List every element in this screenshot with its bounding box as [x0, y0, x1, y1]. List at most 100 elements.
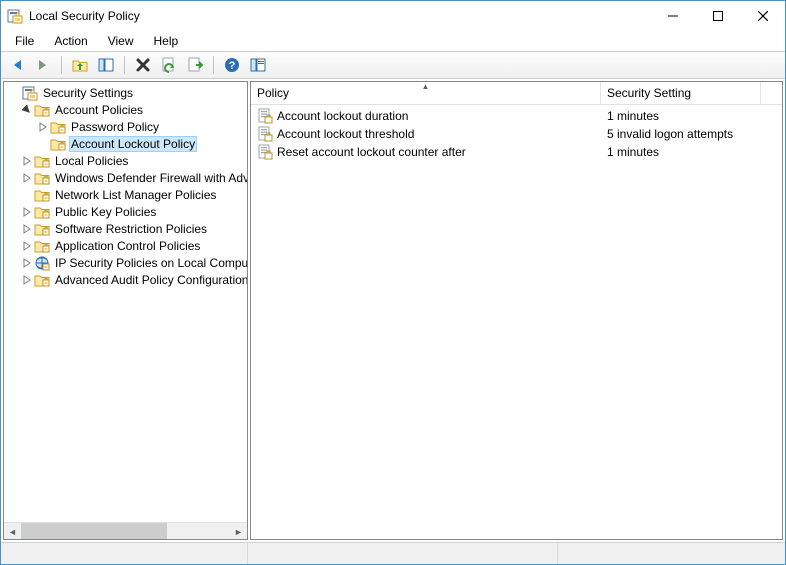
list-body[interactable]: Account lockout duration 1 minutes Accou…	[251, 105, 782, 163]
status-cell	[1, 543, 248, 564]
tree[interactable]: Security Settings Account Policies	[4, 82, 247, 522]
policy-name: Account lockout duration	[277, 109, 408, 123]
folder-policy-icon	[34, 170, 50, 186]
policy-item-icon	[257, 126, 273, 142]
statusbar	[1, 542, 785, 564]
tree-label: Public Key Policies	[53, 205, 158, 219]
expander-collapsed-icon[interactable]	[20, 154, 34, 168]
app-icon	[7, 8, 23, 24]
minimize-button[interactable]	[650, 2, 695, 31]
tree-label: Account Policies	[53, 103, 145, 117]
list-item[interactable]: Account lockout threshold 5 invalid logo…	[251, 125, 782, 143]
refresh-button[interactable]	[157, 54, 181, 76]
tree-node-application-control[interactable]: Application Control Policies	[4, 237, 247, 254]
policy-setting: 1 minutes	[607, 109, 659, 123]
scroll-thumb[interactable]	[21, 523, 167, 539]
scroll-track[interactable]	[21, 523, 230, 539]
menu-view[interactable]: View	[98, 32, 144, 50]
toolbar-separator	[124, 56, 125, 74]
tree-label: Security Settings	[41, 86, 135, 100]
column-header-security-setting[interactable]: Security Setting	[601, 82, 761, 104]
policy-name: Reset account lockout counter after	[277, 145, 466, 159]
tree-node-software-restriction[interactable]: Software Restriction Policies	[4, 220, 247, 237]
column-label: Security Setting	[607, 86, 691, 100]
folder-policy-icon	[50, 119, 66, 135]
tree-node-ip-security[interactable]: IP Security Policies on Local Computer	[4, 254, 247, 271]
tree-node-account-lockout-policy[interactable]: Account Lockout Policy	[4, 135, 247, 152]
ipsec-icon	[34, 255, 50, 271]
properties-button[interactable]	[246, 54, 270, 76]
status-cell	[558, 543, 785, 564]
folder-policy-icon	[34, 153, 50, 169]
list-item[interactable]: Account lockout duration 1 minutes	[251, 107, 782, 125]
menu-action[interactable]: Action	[44, 32, 97, 50]
forward-button[interactable]	[31, 54, 55, 76]
expander-none	[20, 188, 34, 202]
toolbar	[1, 51, 785, 79]
folder-policy-icon	[34, 221, 50, 237]
tree-node-local-policies[interactable]: Local Policies	[4, 152, 247, 169]
expander-expanded-icon[interactable]	[20, 103, 34, 117]
tree-node-advanced-audit[interactable]: Advanced Audit Policy Configuration	[4, 271, 247, 288]
back-button[interactable]	[5, 54, 29, 76]
tree-label: IP Security Policies on Local Computer	[53, 256, 247, 270]
folder-policy-icon	[34, 187, 50, 203]
main-split: Security Settings Account Policies	[1, 79, 785, 542]
tree-node-network-list-manager[interactable]: Network List Manager Policies	[4, 186, 247, 203]
column-header-policy[interactable]: Policy ▲	[251, 82, 601, 104]
close-button[interactable]	[740, 2, 785, 31]
tree-label: Network List Manager Policies	[53, 188, 218, 202]
column-label: Policy	[257, 86, 289, 100]
policy-setting: 5 invalid logon attempts	[607, 127, 733, 141]
sort-ascending-icon: ▲	[422, 82, 430, 91]
toolbar-separator	[213, 56, 214, 74]
expander-collapsed-icon	[8, 86, 22, 100]
tree-node-password-policy[interactable]: Password Policy	[4, 118, 247, 135]
policy-setting: 1 minutes	[607, 145, 659, 159]
tree-pane: Security Settings Account Policies	[3, 81, 248, 540]
tree-node-security-settings[interactable]: Security Settings	[4, 84, 247, 101]
tree-label: Application Control Policies	[53, 239, 202, 253]
expander-collapsed-icon[interactable]	[36, 120, 50, 134]
menu-file[interactable]: File	[5, 32, 44, 50]
tree-label: Account Lockout Policy	[69, 136, 197, 152]
list-item[interactable]: Reset account lockout counter after 1 mi…	[251, 143, 782, 161]
folder-policy-icon	[34, 102, 50, 118]
menu-help[interactable]: Help	[144, 32, 189, 50]
policy-name: Account lockout threshold	[277, 127, 414, 141]
tree-label: Local Policies	[53, 154, 130, 168]
status-cell	[248, 543, 558, 564]
tree-label: Windows Defender Firewall with Advanced …	[53, 171, 247, 185]
maximize-button[interactable]	[695, 2, 740, 31]
show-hide-tree-button[interactable]	[94, 54, 118, 76]
up-button[interactable]	[68, 54, 92, 76]
expander-none	[36, 137, 50, 151]
expander-collapsed-icon[interactable]	[20, 171, 34, 185]
folder-policy-icon	[50, 136, 66, 152]
expander-collapsed-icon[interactable]	[20, 205, 34, 219]
folder-policy-icon	[34, 238, 50, 254]
list-pane: Policy ▲ Security Setting Account lockou…	[250, 81, 783, 540]
menubar: File Action View Help	[1, 31, 785, 51]
tree-node-public-key-policies[interactable]: Public Key Policies	[4, 203, 247, 220]
window-controls	[650, 2, 785, 31]
export-list-button[interactable]	[183, 54, 207, 76]
tree-label: Advanced Audit Policy Configuration	[53, 273, 247, 287]
expander-collapsed-icon[interactable]	[20, 273, 34, 287]
tree-label: Software Restriction Policies	[53, 222, 209, 236]
policy-item-icon	[257, 108, 273, 124]
horizontal-scrollbar[interactable]: ◄ ►	[4, 522, 247, 539]
tree-node-windows-defender-firewall[interactable]: Windows Defender Firewall with Advanced …	[4, 169, 247, 186]
policy-item-icon	[257, 144, 273, 160]
expander-collapsed-icon[interactable]	[20, 256, 34, 270]
expander-collapsed-icon[interactable]	[20, 222, 34, 236]
help-button[interactable]	[220, 54, 244, 76]
expander-collapsed-icon[interactable]	[20, 239, 34, 253]
tree-node-account-policies[interactable]: Account Policies	[4, 101, 247, 118]
window-title: Local Security Policy	[29, 9, 650, 23]
delete-button[interactable]	[131, 54, 155, 76]
window: Local Security Policy File Action View H…	[0, 0, 786, 565]
scroll-right-button[interactable]: ►	[230, 523, 247, 540]
scroll-left-button[interactable]: ◄	[4, 523, 21, 540]
list-header: Policy ▲ Security Setting	[251, 82, 782, 105]
